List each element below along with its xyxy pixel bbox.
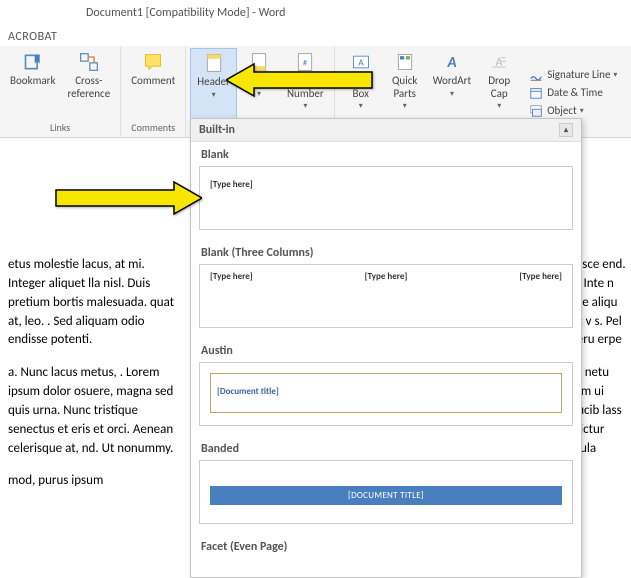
signature-icon — [529, 68, 543, 82]
dropdown-header: Built-in ▴ — [191, 119, 581, 142]
dropdown-scroll[interactable]: Blank [Type here] Blank (Three Columns) … — [191, 142, 581, 576]
crossref-icon — [79, 52, 99, 72]
crossref-label: Cross- reference — [67, 75, 110, 100]
svg-text:A: A — [446, 54, 456, 72]
dropcap-icon: A — [489, 52, 509, 72]
option-austin-title: Austin — [199, 338, 573, 362]
header-icon — [204, 53, 224, 73]
datetime-icon — [529, 86, 543, 100]
comment-icon — [143, 52, 163, 72]
chevron-down-icon: ▾ — [580, 106, 584, 116]
chevron-down-icon: ▾ — [450, 89, 454, 99]
wordart-icon: A — [442, 52, 462, 72]
crossref-button[interactable]: Cross- reference — [61, 48, 116, 119]
placeholder-text: [Type here] — [210, 271, 253, 282]
chevron-down-icon: ▾ — [613, 70, 617, 80]
quickparts-icon — [395, 52, 415, 72]
paragraph: mod, purus ipsum — [8, 472, 182, 491]
chevron-down-icon: ▾ — [403, 101, 407, 111]
title-bar: Document1 [Compatibility Mode] - Word — [0, 0, 631, 26]
signature-line-button[interactable]: Signature Line ▾ — [525, 66, 621, 84]
option-blank-title: Blank — [199, 142, 573, 166]
option-austin[interactable]: [Document title] — [199, 362, 573, 426]
annotation-arrow — [52, 178, 202, 223]
group-links: Bookmark Cross- reference Links — [0, 46, 121, 137]
bookmark-button[interactable]: Bookmark — [4, 48, 61, 119]
placeholder-text: [DOCUMENT TITLE] — [210, 486, 562, 505]
tab-strip: ACROBAT — [0, 26, 631, 46]
object-icon — [529, 104, 543, 118]
placeholder-text: [Type here] — [210, 179, 253, 190]
links-group-label: Links — [4, 119, 116, 137]
header-dropdown: Built-in ▴ Blank [Type here] Blank (Thre… — [190, 118, 582, 578]
bookmark-icon — [23, 52, 43, 72]
paragraph: etus molestie lacus, at mi. Integer aliq… — [8, 256, 182, 350]
object-button[interactable]: Object ▾ — [525, 102, 621, 120]
option-banded-title: Banded — [199, 436, 573, 460]
tab-acrobat[interactable]: ACROBAT — [8, 30, 57, 44]
option-blank-three-columns[interactable]: [Type here] [Type here] [Type here] — [199, 264, 573, 328]
option-facet-title: Facet (Even Page) — [199, 534, 573, 558]
option-blank[interactable]: [Type here] — [199, 166, 573, 230]
comment-button[interactable]: Comment — [125, 48, 181, 119]
option-banded[interactable]: [DOCUMENT TITLE] — [199, 460, 573, 524]
group-comments: Comment Comments — [121, 46, 186, 137]
placeholder-text: [Type here] — [365, 271, 408, 282]
option-blank3-title: Blank (Three Columns) — [199, 240, 573, 264]
chevron-down-icon: ▾ — [212, 90, 216, 100]
annotation-arrow — [226, 60, 376, 105]
window-title: Document1 [Compatibility Mode] - Word — [86, 6, 285, 20]
chevron-down-icon: ▾ — [497, 101, 501, 111]
datetime-button[interactable]: Date & Time — [525, 84, 621, 102]
scroll-up-button[interactable]: ▴ — [559, 123, 573, 137]
paragraph: a. Nunc lacus metus, . Lorem ipsum dolor… — [8, 364, 182, 458]
comments-group-label: Comments — [125, 119, 181, 137]
placeholder-text: [Document title] — [217, 386, 279, 397]
placeholder-text: [Type here] — [519, 271, 562, 282]
